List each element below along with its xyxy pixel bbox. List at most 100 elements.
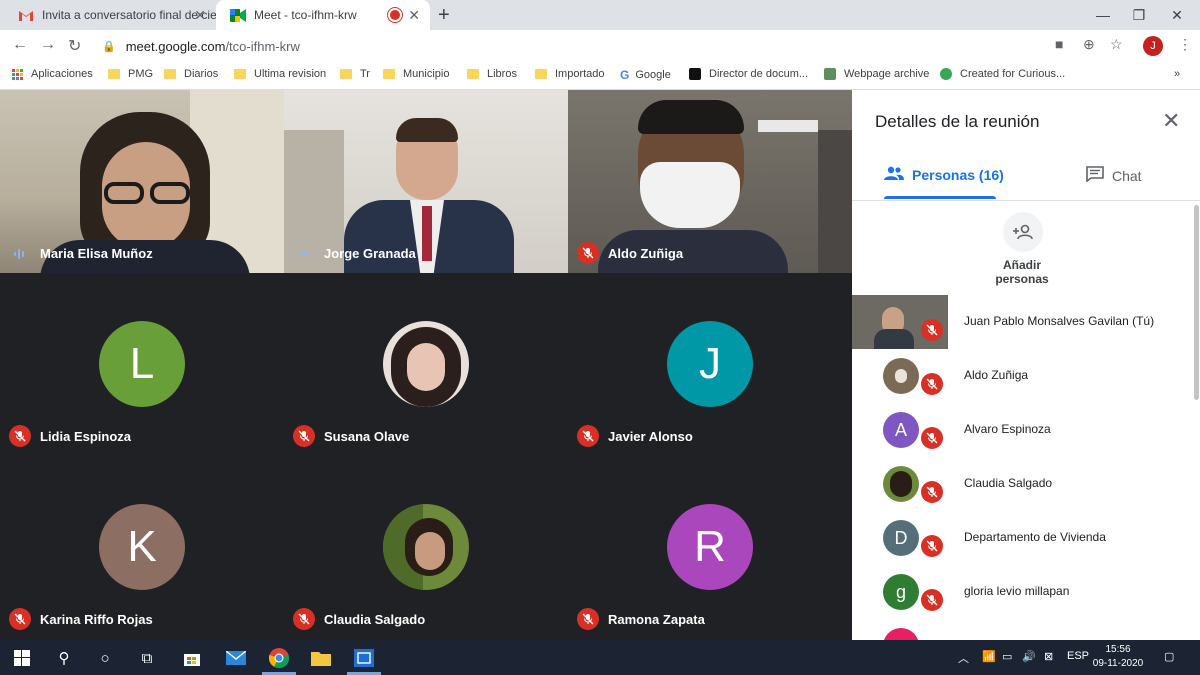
mail-icon[interactable] <box>224 646 248 670</box>
mic-off-icon <box>921 319 943 341</box>
mic-off-icon <box>577 608 599 630</box>
participant-name: Lidia Espinoza <box>40 429 132 444</box>
avatar <box>883 628 919 640</box>
mic-off-icon <box>921 481 943 503</box>
mic-off-icon <box>293 425 315 447</box>
tab-close-icon[interactable]: ✕ <box>194 7 206 24</box>
participant-tile[interactable]: R Ramona Zapata <box>568 456 852 639</box>
notification-tray-icon[interactable]: ⊠ <box>1044 650 1053 663</box>
tab-title: Meet - tco-ifhm-krw <box>254 8 357 22</box>
browser-toolbar: ← → ↻ 🔒 meet.google.com/tco-ifhm-krw ■ ⊕… <box>0 30 1200 62</box>
file-explorer-icon[interactable] <box>309 646 333 670</box>
system-clock[interactable]: 15:56 09-11-2020 <box>1088 643 1148 671</box>
avatar: J <box>667 321 753 407</box>
active-tab-indicator <box>884 196 996 199</box>
close-panel-icon[interactable]: ✕ <box>1162 108 1180 134</box>
participant-row[interactable]: g gloria levio millapan <box>852 565 1192 619</box>
bookmark-star-icon[interactable]: ☆ <box>1110 36 1123 53</box>
bookmark-curious[interactable]: Created for Curious... <box>940 68 1065 80</box>
bookmark-diarios[interactable]: Diarios <box>164 68 218 80</box>
bookmark-importado[interactable]: Importado <box>535 68 605 80</box>
participant-tile[interactable]: J Javier Alonso <box>568 273 852 456</box>
participant-tile[interactable]: Susana Olave <box>284 273 568 456</box>
folder-icon <box>108 69 120 79</box>
battery-icon[interactable]: ▭ <box>1002 650 1012 663</box>
avatar-photo <box>383 321 469 407</box>
bookmark-tr[interactable]: Tr <box>340 68 370 80</box>
participant-tile[interactable]: L Lidia Espinoza <box>0 273 284 456</box>
add-people-line2: personas <box>995 272 1049 286</box>
participant-name: Alvaro Espinoza <box>964 422 1051 436</box>
bookmark-label: Webpage archive <box>844 68 930 80</box>
tab-meet[interactable]: Meet - tco-ifhm-krw ✕ <box>216 0 430 30</box>
address-bar[interactable]: 🔒 meet.google.com/tco-ifhm-krw <box>98 33 1138 59</box>
mic-off-icon <box>577 242 599 264</box>
bookmark-label: Aplicaciones <box>31 68 93 80</box>
task-view-icon[interactable]: ⧉ <box>135 646 159 670</box>
profile-avatar[interactable]: J <box>1143 36 1163 56</box>
cortana-icon[interactable]: ○ <box>93 646 117 670</box>
menu-icon[interactable]: ⋮ <box>1178 36 1192 53</box>
store-icon[interactable] <box>180 646 204 670</box>
video-tile[interactable]: ••• Jorge Granada <box>284 90 568 273</box>
bookmark-label: Created for Curious... <box>960 68 1066 80</box>
windows-start-icon[interactable] <box>10 646 34 670</box>
video-tile[interactable]: Aldo Zuñiga <box>568 90 852 273</box>
meet-icon <box>230 7 246 23</box>
bookmark-director[interactable]: Director de docum... <box>689 68 808 80</box>
bookmark-google[interactable]: G Google <box>620 68 671 82</box>
forward-icon[interactable]: → <box>40 36 56 54</box>
participant-name: Susana Olave <box>324 429 410 444</box>
url-path: /tco-ifhm-krw <box>225 38 300 54</box>
avatar-photo <box>883 358 919 394</box>
language-indicator[interactable]: ESP <box>1067 650 1089 662</box>
bookmark-pmg[interactable]: PMG <box>108 68 153 80</box>
bookmark-municipio[interactable]: Municipio <box>383 68 449 80</box>
back-icon[interactable]: ← <box>12 36 28 54</box>
tab-people[interactable]: Personas (16) <box>884 166 1004 183</box>
participant-row[interactable]: Aldo Zuñiga <box>852 349 1192 403</box>
participant-row[interactable]: A Alvaro Espinoza <box>852 403 1192 457</box>
search-icon[interactable]: ⚲ <box>52 646 76 670</box>
apps-grid-icon <box>12 68 23 80</box>
tab-people-label: Personas (16) <box>912 166 1004 183</box>
add-people-label[interactable]: Añadir personas <box>972 258 1072 286</box>
window-close-button[interactable]: ✕ <box>1154 0 1200 30</box>
bookmark-libros[interactable]: Libros <box>467 68 517 80</box>
avatar: A <box>883 412 919 448</box>
participant-row[interactable]: Juan Pablo Monsalves Gavilan (Tú) <box>852 295 1192 349</box>
tab-chat[interactable]: Chat <box>1086 166 1142 185</box>
participant-name: Claudia Salgado <box>964 476 1053 490</box>
chrome-icon[interactable] <box>267 646 291 670</box>
tray-expand-icon[interactable]: ︿ <box>958 650 969 666</box>
network-icon[interactable]: 📶 <box>982 650 996 663</box>
video-tile[interactable]: Maria Elisa Muñoz <box>0 90 284 273</box>
url-host: meet.google.com <box>125 38 226 54</box>
more-options-icon[interactable]: ••• <box>294 246 314 262</box>
tab-close-icon[interactable]: ✕ <box>408 7 420 24</box>
action-center-icon[interactable]: ▢ <box>1164 650 1174 663</box>
app-icon[interactable] <box>352 646 376 670</box>
bookmarks-overflow-icon[interactable]: » <box>1174 68 1180 80</box>
new-tab-button[interactable]: + <box>438 4 450 27</box>
zoom-icon[interactable]: ⊕ <box>1083 36 1095 53</box>
add-people-button[interactable] <box>1003 212 1043 252</box>
participant-row[interactable]: D Departamento de Vivienda <box>852 511 1192 565</box>
participant-tile[interactable]: K Karina Riffo Rojas <box>0 456 284 639</box>
people-icon <box>884 166 904 183</box>
participant-row[interactable] <box>852 619 1192 640</box>
participant-name: Aldo Zuñiga <box>964 368 1029 382</box>
tab-gmail[interactable]: Invita a conversatorio final de cie ✕ <box>4 0 216 30</box>
bookmark-webpage-archive[interactable]: Webpage archive <box>824 68 929 80</box>
participant-tile[interactable]: Claudia Salgado <box>284 456 568 639</box>
panel-scrollbar[interactable] <box>1194 205 1199 400</box>
bookmark-apps[interactable]: Aplicaciones <box>12 68 93 80</box>
windows-taskbar: ⚲ ○ ⧉ ︿ 📶 ▭ 🔊 ⊠ ESP 15:56 09-11-2020 ▢ <box>0 640 1200 675</box>
bookmark-label: Google <box>635 69 671 81</box>
bookmark-ultima-revision[interactable]: Ultima revision <box>234 68 326 80</box>
volume-icon[interactable]: 🔊 <box>1022 650 1036 663</box>
bookmark-label: Municipio <box>403 68 450 80</box>
participant-row[interactable]: Claudia Salgado <box>852 457 1192 511</box>
camera-icon[interactable]: ■ <box>1055 36 1063 52</box>
reload-icon[interactable]: ↻ <box>68 36 81 56</box>
